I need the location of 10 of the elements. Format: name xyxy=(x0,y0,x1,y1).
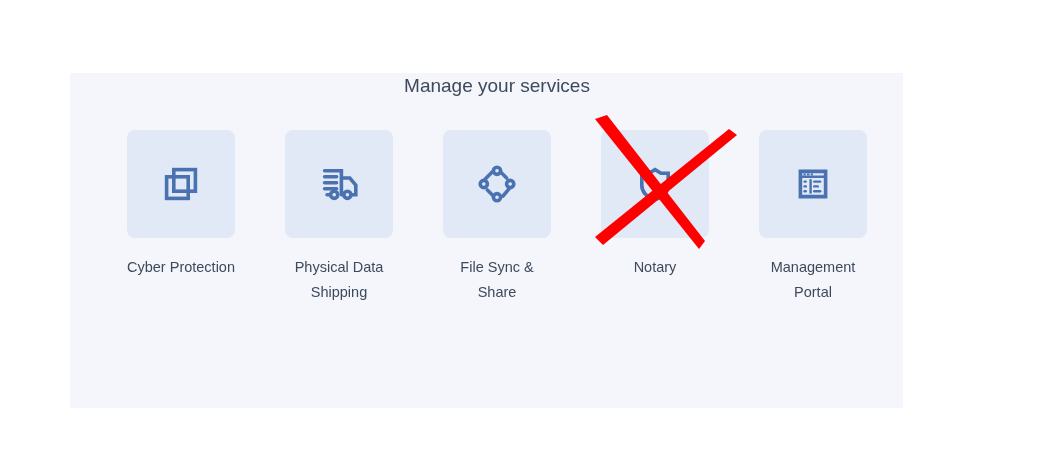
service-label: Management Portal xyxy=(769,258,857,302)
service-label: Physical Data Shipping xyxy=(293,258,385,302)
service-label: Cyber Protection xyxy=(127,258,235,277)
service-label: File Sync & Share xyxy=(459,258,535,302)
service-tile[interactable] xyxy=(759,130,867,238)
service-tile[interactable] xyxy=(285,130,393,238)
panel-title: Manage your services xyxy=(403,74,591,98)
service-tile[interactable] xyxy=(127,130,235,238)
service-label: Notary xyxy=(632,258,678,277)
service-tile[interactable] xyxy=(443,130,551,238)
